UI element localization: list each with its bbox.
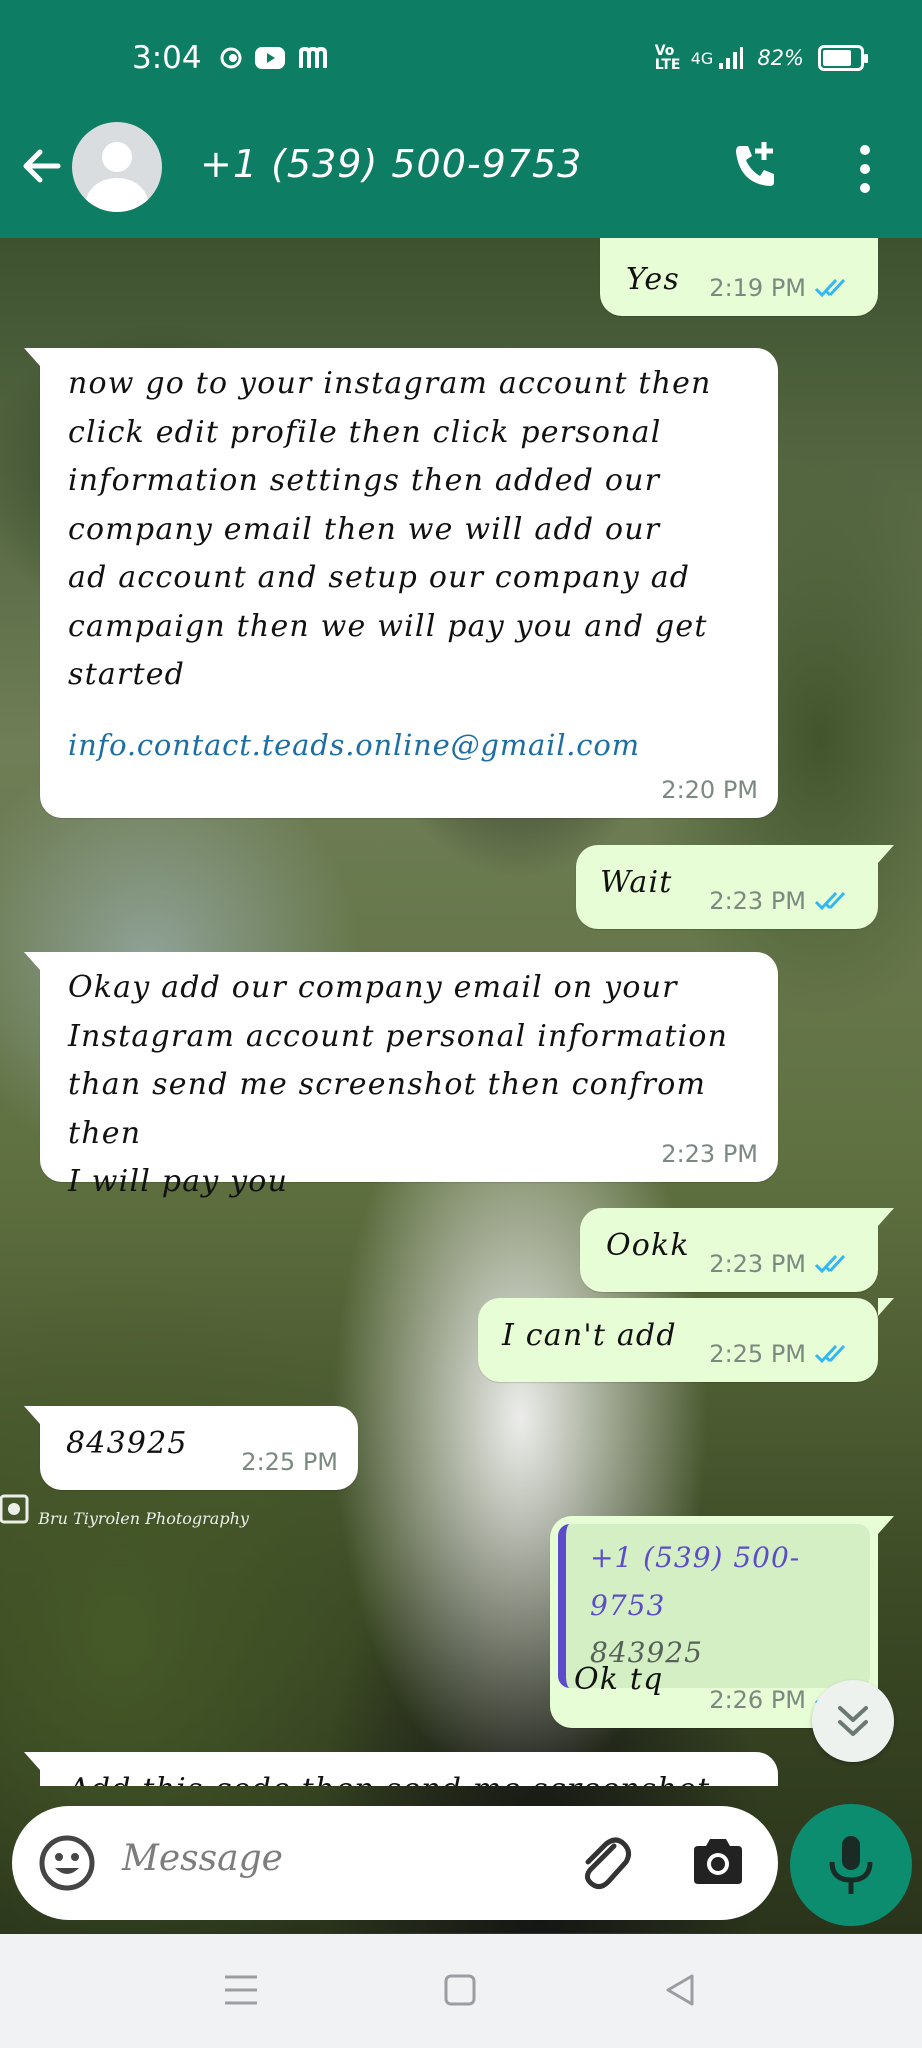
quoted-sender: +1 (539) 500-9753 [590,1541,801,1622]
signal-icon [719,47,744,69]
battery-icon [818,45,868,71]
youtube-icon [255,47,285,69]
avatar-head [102,142,132,172]
camera-icon[interactable] [688,1834,748,1890]
chat-wallpaper: Bru Tiyrolen Photography Yes 2:19 PM now… [0,238,922,1933]
camera-watermark-icon [0,1494,29,1524]
system-navigation-bar [0,1934,922,2048]
message-meta: 2:23 PM [661,1140,758,1168]
message-time: 2:26 PM [709,1686,806,1714]
message-incoming[interactable]: 843925 2:25 PM [24,1406,358,1490]
message-time: 2:19 PM [709,274,806,302]
message-incoming[interactable]: Add this code then send me screenshot [24,1752,778,1786]
avatar-body [86,178,148,212]
home-square-icon[interactable] [442,1972,478,2008]
avatar[interactable] [72,122,162,212]
message-text: Add this code then send me screenshot [68,1766,778,1786]
message-meta: 2:23 PM [709,1250,858,1278]
message-meta: 2:19 PM [709,274,858,302]
message-time: 2:25 PM [241,1448,338,1476]
message-input[interactable]: Message [122,1838,283,1879]
message-time: 2:23 PM [709,887,806,915]
message-text: Okay add our company email on your Insta… [68,970,729,1199]
message-incoming[interactable]: Okay add our company email on your Insta… [24,952,778,1199]
emoji-icon[interactable] [38,1834,96,1892]
status-right-group: Vo LTE 4G 82% [654,43,868,73]
scroll-to-bottom-button[interactable] [812,1680,894,1762]
microphone-icon [829,1836,873,1894]
back-triangle-icon[interactable] [662,1972,698,2008]
message-outgoing[interactable]: Ookk 2:23 PM [580,1208,894,1292]
message-meta: 2:25 PM [709,1340,858,1368]
volte-label: Vo LTE [654,43,681,73]
message-outgoing[interactable]: Wait 2:23 PM [576,845,894,929]
read-receipt-icon [814,891,846,911]
recents-menu-icon[interactable] [222,1972,260,2008]
message-outgoing[interactable]: I can't add 2:25 PM [478,1298,894,1382]
message-time: 2:25 PM [709,1340,806,1368]
attach-icon[interactable] [572,1830,636,1894]
email-link[interactable]: info.contact.teads.online@gmail.com [68,728,640,762]
back-arrow-icon[interactable] [18,142,66,190]
battery-percent: 82% [757,46,804,70]
message-time: 2:23 PM [661,1140,758,1168]
network-type: 4G [690,48,714,68]
read-receipt-icon [814,278,846,298]
battery-fill [823,50,852,66]
message-meta: 2:20 PM [661,776,758,804]
message-time: 2:20 PM [661,776,758,804]
status-bar: 3:04 Vo LTE 4G 82% [0,0,922,120]
message-incoming[interactable]: now go to your instagram account then cl… [24,348,778,818]
message-composer: Message [12,1806,778,1920]
message-meta: 2:25 PM [241,1448,338,1476]
chat-header: +1 (539) 500-9753 [0,120,922,238]
message-time: 2:23 PM [709,1250,806,1278]
double-chevron-down-icon [838,1706,868,1736]
more-vertical-icon[interactable] [850,142,880,196]
status-time: 3:04 [132,40,202,76]
contact-name[interactable]: +1 (539) 500-9753 [200,142,582,186]
voice-message-button[interactable] [790,1804,912,1926]
gmail-m-icon [299,46,327,68]
read-receipt-icon [814,1254,846,1274]
message-text: now go to your instagram account then cl… [68,366,712,692]
status-notification-icons [220,46,328,70]
top-bar: 3:04 Vo LTE 4G 82% +1 (539) 500-9753 [0,0,922,238]
wallpaper-watermark: Bru Tiyrolen Photography [0,1490,249,1531]
message-outgoing[interactable]: Yes 2:19 PM [600,238,878,316]
watermark-text: Bru Tiyrolen Photography [38,1509,249,1528]
read-receipt-icon [814,1344,846,1364]
message-text: Ok tq [574,1662,664,1697]
add-call-icon[interactable] [728,138,784,194]
notification-dot-icon [220,47,242,69]
message-meta: 2:23 PM [709,887,858,915]
message-incoming-clip: Add this code then send me screenshot [24,1752,804,1786]
